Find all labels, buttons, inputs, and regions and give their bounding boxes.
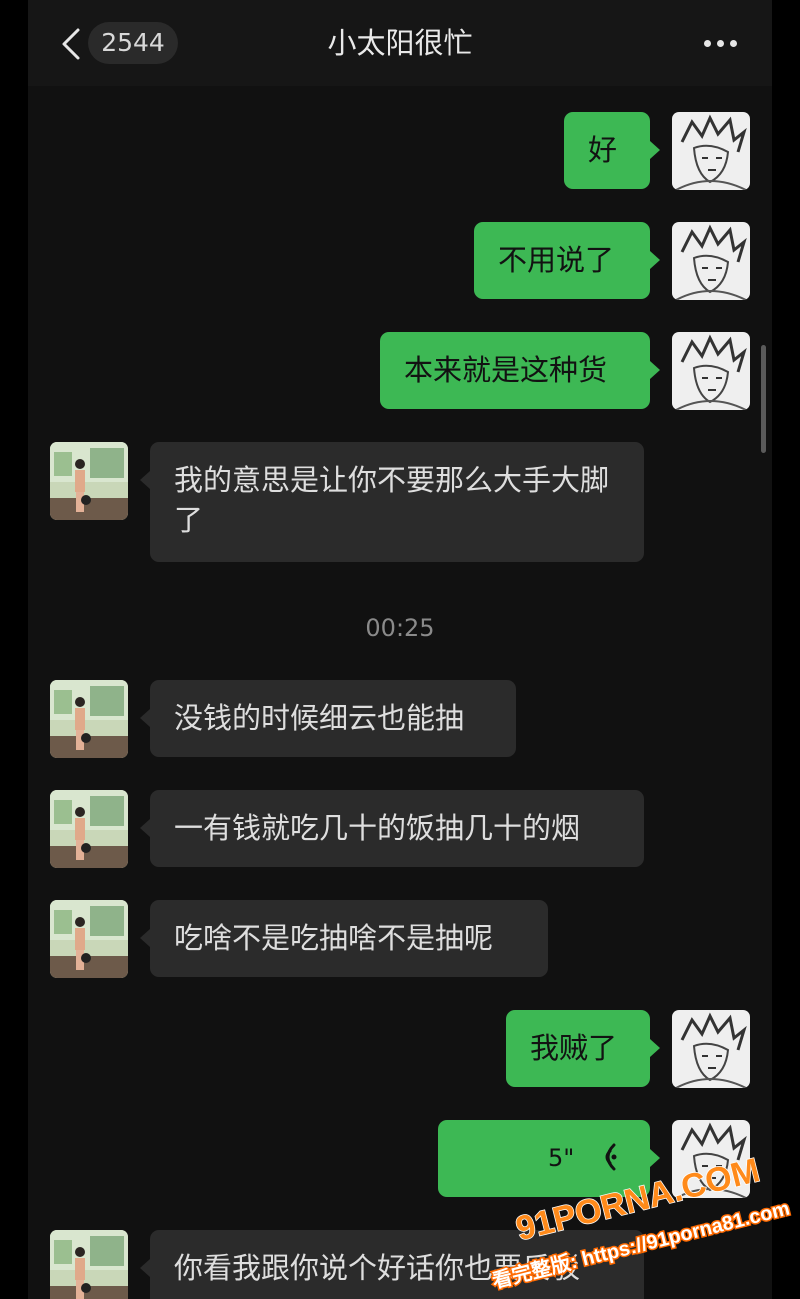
my-avatar[interactable] <box>672 112 750 190</box>
my-avatar[interactable] <box>672 1010 750 1088</box>
contact-avatar[interactable] <box>50 442 128 520</box>
message-bubble-sent[interactable]: 不用说了 <box>474 222 650 299</box>
bubble-tail <box>140 471 150 489</box>
bubble-tail <box>140 929 150 947</box>
contact-avatar[interactable] <box>50 790 128 868</box>
site-watermark: 91PORNA.COM 看完整版: https://91porna81.com <box>488 1150 793 1294</box>
more-dots-icon <box>704 40 711 47</box>
message-bubble-received[interactable]: 我的意思是让你不要那么大手大脚了 <box>150 442 644 562</box>
bubble-tail <box>650 1039 660 1057</box>
bubble-tail <box>140 709 150 727</box>
message-bubble-sent[interactable]: 好 <box>564 112 650 189</box>
chat-screen: 2544 小太阳很忙 好 不用说了 本来就是这种货 我的意思是让你不要那么大手大… <box>28 0 772 1299</box>
more-button[interactable] <box>698 30 742 58</box>
bubble-tail <box>650 141 660 159</box>
timestamp: 00:25 <box>365 614 435 642</box>
contact-avatar[interactable] <box>50 900 128 978</box>
contact-avatar[interactable] <box>50 680 128 758</box>
avatar-sketch-icon <box>672 332 750 410</box>
my-avatar[interactable] <box>672 222 750 300</box>
chevron-left-icon <box>62 28 80 60</box>
my-avatar[interactable] <box>672 332 750 410</box>
bubble-tail <box>140 819 150 837</box>
message-bubble-received[interactable]: 一有钱就吃几十的饭抽几十的烟 <box>150 790 644 867</box>
message-bubble-sent[interactable]: 本来就是这种货 <box>380 332 650 409</box>
message-bubble-sent[interactable]: 我贼了 <box>506 1010 650 1087</box>
bubble-tail <box>650 361 660 379</box>
avatar-sketch-icon <box>672 222 750 300</box>
avatar-photo-icon <box>50 680 128 758</box>
contact-avatar[interactable] <box>50 1230 128 1299</box>
avatar-photo-icon <box>50 1230 128 1299</box>
chat-header: 2544 小太阳很忙 <box>28 0 772 86</box>
back-button[interactable] <box>56 26 90 62</box>
avatar-photo-icon <box>50 900 128 978</box>
avatar-sketch-icon <box>672 1010 750 1088</box>
message-bubble-received[interactable]: 没钱的时候细云也能抽 <box>150 680 516 757</box>
bubble-tail <box>140 1259 150 1277</box>
unread-count-badge[interactable]: 2544 <box>88 22 178 64</box>
scrollbar[interactable] <box>761 345 766 453</box>
message-bubble-received[interactable]: 吃啥不是吃抽啥不是抽呢 <box>150 900 548 977</box>
avatar-photo-icon <box>50 790 128 868</box>
avatar-photo-icon <box>50 442 128 520</box>
avatar-sketch-icon <box>672 112 750 190</box>
chat-title: 小太阳很忙 <box>327 26 473 60</box>
bubble-tail <box>650 251 660 269</box>
